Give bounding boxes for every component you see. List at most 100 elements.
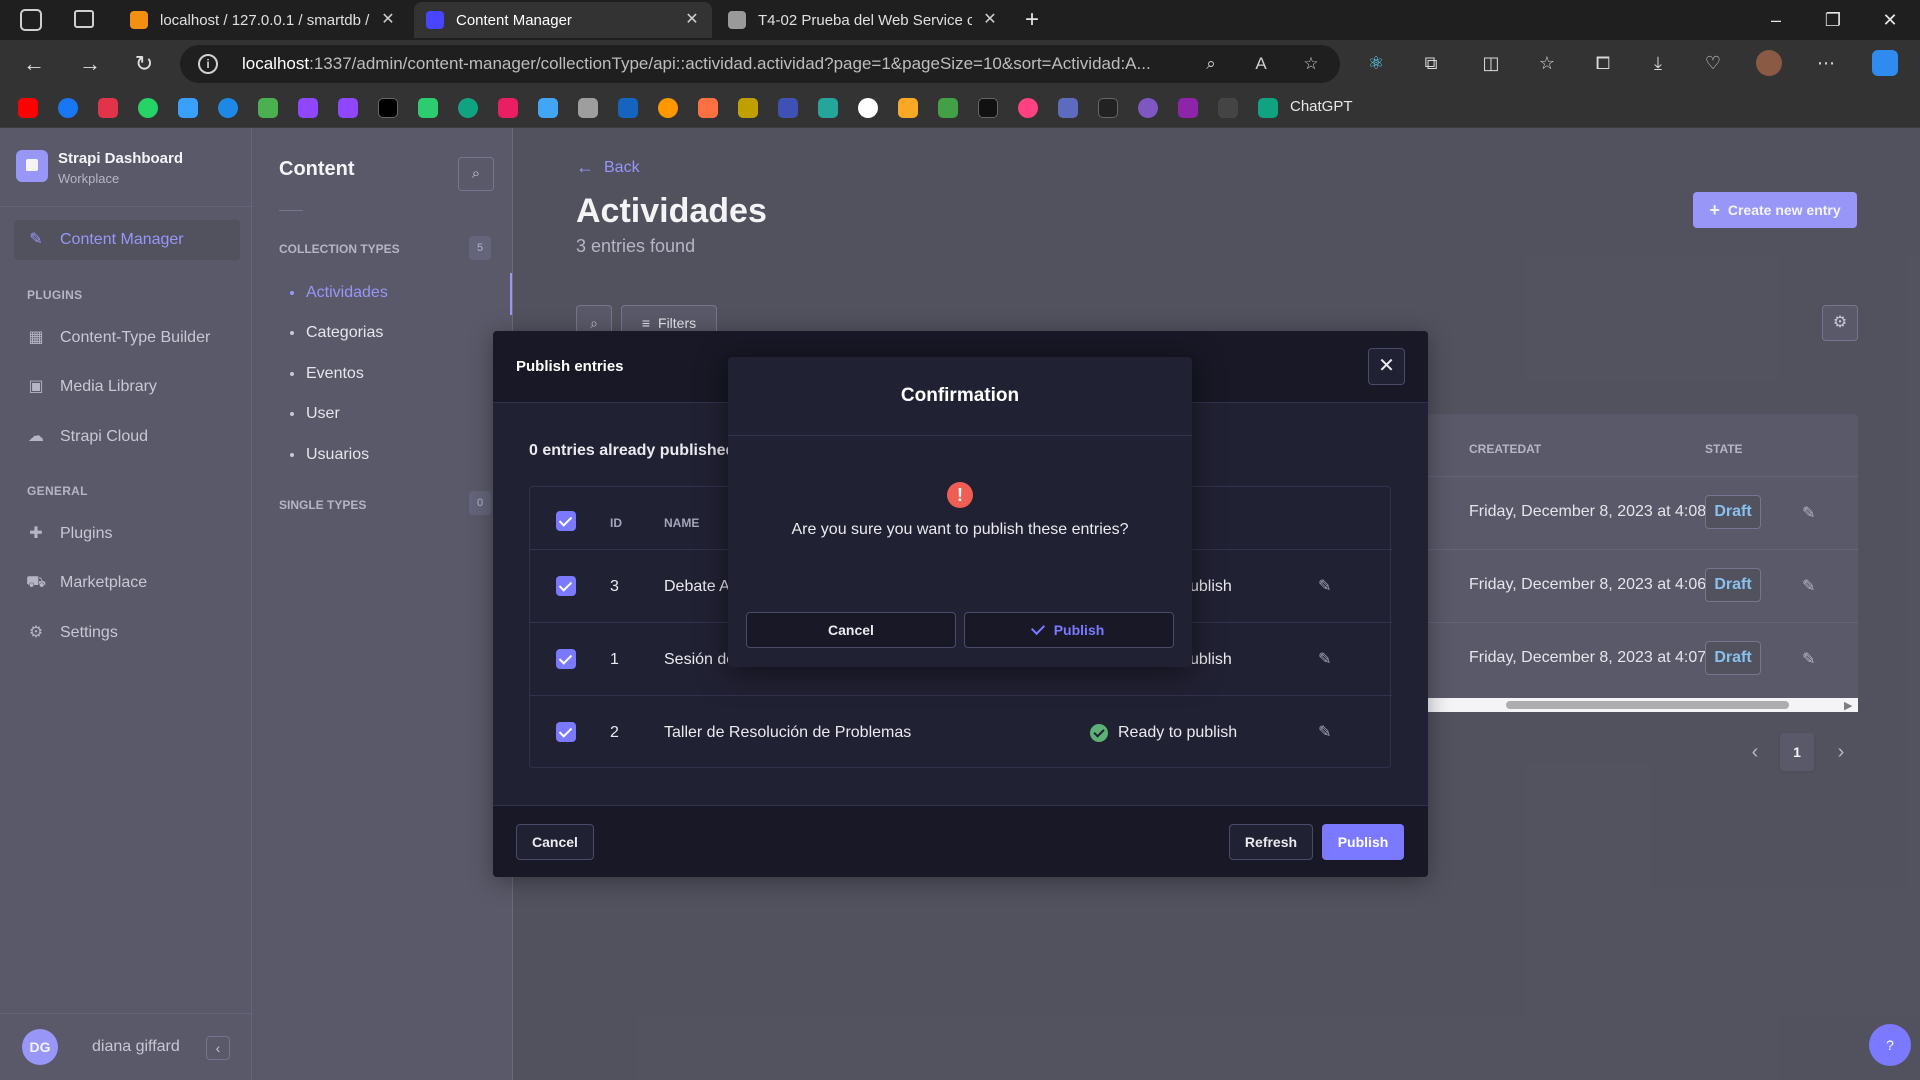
- tab-web-service-test[interactable]: T4-02 Prueba del Web Service co ✕: [716, 2, 1010, 38]
- whatsapp-bookmark-icon[interactable]: [138, 98, 158, 118]
- copilot-icon[interactable]: [1872, 50, 1898, 76]
- bookmark-icon[interactable]: [898, 98, 918, 118]
- edit-icon[interactable]: ✎: [1318, 576, 1331, 596]
- bookmark-icon[interactable]: [818, 98, 838, 118]
- twitch-bookmark-icon[interactable]: [298, 98, 318, 118]
- divider: [728, 435, 1192, 436]
- downloads-icon[interactable]: ⤓: [1645, 50, 1671, 76]
- heart-bookmark-icon[interactable]: [498, 98, 518, 118]
- url-text[interactable]: localhost:1337/admin/content-manager/col…: [242, 54, 1172, 74]
- reload-icon[interactable]: ↻: [130, 50, 158, 78]
- restore-icon[interactable]: ❐: [1821, 8, 1845, 32]
- bookmark-icon[interactable]: [98, 98, 118, 118]
- browser-essentials-icon[interactable]: ♡: [1700, 50, 1726, 76]
- cancel-button[interactable]: Cancel: [746, 612, 956, 648]
- tab-actions-icon[interactable]: [74, 10, 94, 28]
- tab-title: localhost / 127.0.0.1 / smartdb /: [160, 11, 370, 29]
- chatgpt-bookmark-icon[interactable]: [458, 98, 478, 118]
- help-button[interactable]: ?: [1869, 1024, 1911, 1066]
- x-bookmark-icon[interactable]: [378, 98, 398, 118]
- bookmark-icon[interactable]: [1178, 98, 1198, 118]
- read-aloud-icon[interactable]: A: [1250, 53, 1272, 75]
- publish-button[interactable]: Publish: [1322, 824, 1404, 860]
- bookmark-icon[interactable]: [1018, 98, 1038, 118]
- cancel-button[interactable]: Cancel: [516, 824, 594, 860]
- bookmark-icon[interactable]: [1058, 98, 1078, 118]
- dialog-title: Confirmation: [900, 385, 1020, 406]
- entry-name: Debate A: [664, 578, 730, 595]
- split-screen-icon[interactable]: ◫: [1478, 50, 1504, 76]
- address-bar[interactable]: i localhost:1337/admin/content-manager/c…: [180, 45, 1340, 83]
- more-menu-icon[interactable]: ⋯: [1813, 50, 1839, 76]
- row-checkbox[interactable]: [556, 576, 576, 596]
- facebook-bookmark-icon[interactable]: [58, 98, 78, 118]
- edit-icon[interactable]: ✎: [1318, 722, 1331, 742]
- bookmarks-bar: ChatGPT: [0, 88, 1920, 128]
- collections-icon[interactable]: ⧠: [1590, 50, 1616, 76]
- chatgpt-bookmark-label[interactable]: ChatGPT: [1290, 98, 1353, 115]
- row-checkbox[interactable]: [556, 649, 576, 669]
- url-host: localhost: [242, 54, 310, 73]
- bookmark-icon[interactable]: [418, 98, 438, 118]
- row-checkbox[interactable]: [556, 722, 576, 742]
- table-row[interactable]: 2 Taller de Resolución de Problemas Read…: [530, 695, 1392, 768]
- check-circle-icon: [1090, 724, 1108, 742]
- forward-icon[interactable]: →: [76, 50, 104, 78]
- bookmark-icon[interactable]: [1218, 98, 1238, 118]
- close-window-icon[interactable]: ✕: [1878, 8, 1902, 32]
- tab-title: T4-02 Prueba del Web Service co: [758, 11, 972, 29]
- bookmark-icon[interactable]: [1098, 98, 1118, 118]
- close-icon[interactable]: ✕: [1368, 348, 1405, 385]
- bookmark-icon[interactable]: [618, 98, 638, 118]
- workspaces-icon[interactable]: [20, 9, 42, 31]
- bookmark-icon[interactable]: [258, 98, 278, 118]
- bookmark-icon[interactable]: [778, 98, 798, 118]
- bookmark-icon[interactable]: [178, 98, 198, 118]
- bookmark-icon[interactable]: [738, 98, 758, 118]
- entry-status: Ready to publish: [1090, 724, 1237, 742]
- favorites-icon[interactable]: ☆: [1534, 50, 1560, 76]
- twitch-bookmark-icon[interactable]: [338, 98, 358, 118]
- confirm-publish-button[interactable]: Publish: [964, 612, 1174, 648]
- refresh-button[interactable]: Refresh: [1229, 824, 1313, 860]
- profile-avatar[interactable]: [1756, 50, 1782, 76]
- dialog-message: Are you sure you want to publish these e…: [791, 521, 1129, 538]
- tab-phpmyadmin[interactable]: localhost / 127.0.0.1 / smartdb / ✕: [118, 2, 408, 38]
- bookmark-icon[interactable]: [938, 98, 958, 118]
- close-tab-icon[interactable]: ✕: [380, 12, 396, 28]
- bookmark-icon[interactable]: [658, 98, 678, 118]
- favorite-star-icon[interactable]: ☆: [1300, 53, 1322, 75]
- new-tab-icon[interactable]: +: [1020, 8, 1044, 32]
- modal-title: Publish entries: [516, 358, 624, 375]
- extensions-icon[interactable]: ⧉: [1418, 50, 1444, 76]
- publish-summary: 0 entries already published. 3: [529, 442, 754, 459]
- status-text: ublish: [1190, 651, 1232, 668]
- column-header-name: NAME: [664, 516, 700, 530]
- tab-content-manager[interactable]: Content Manager ✕: [414, 2, 712, 38]
- edit-icon[interactable]: ✎: [1318, 649, 1331, 669]
- bookmark-icon[interactable]: [698, 98, 718, 118]
- entry-id: 2: [610, 724, 619, 741]
- close-tab-icon[interactable]: ✕: [684, 12, 700, 28]
- check-icon: [1030, 620, 1045, 636]
- bookmark-icon[interactable]: [538, 98, 558, 118]
- minimize-icon[interactable]: –: [1764, 8, 1788, 32]
- bookmark-icon[interactable]: [978, 98, 998, 118]
- zoom-icon[interactable]: ⌕: [1200, 53, 1222, 75]
- bookmark-icon[interactable]: [218, 98, 238, 118]
- tab-title: Content Manager: [456, 11, 572, 29]
- select-all-checkbox[interactable]: [556, 511, 576, 531]
- confirmation-dialog: Confirmation ! Are you sure you want to …: [728, 357, 1192, 667]
- entry-id: 1: [610, 651, 619, 668]
- close-tab-icon[interactable]: ✕: [982, 12, 998, 28]
- site-info-icon[interactable]: i: [198, 54, 218, 74]
- entry-status: ublish: [1190, 578, 1232, 596]
- bookmark-icon[interactable]: [578, 98, 598, 118]
- bookmark-icon[interactable]: [858, 98, 878, 118]
- chatgpt-bookmark-icon[interactable]: [1258, 98, 1278, 118]
- bookmark-icon[interactable]: [1138, 98, 1158, 118]
- youtube-bookmark-icon[interactable]: [18, 98, 38, 118]
- react-devtools-icon[interactable]: ⚛: [1363, 50, 1389, 76]
- back-icon[interactable]: ←: [20, 50, 48, 78]
- status-text: ublish: [1190, 578, 1232, 595]
